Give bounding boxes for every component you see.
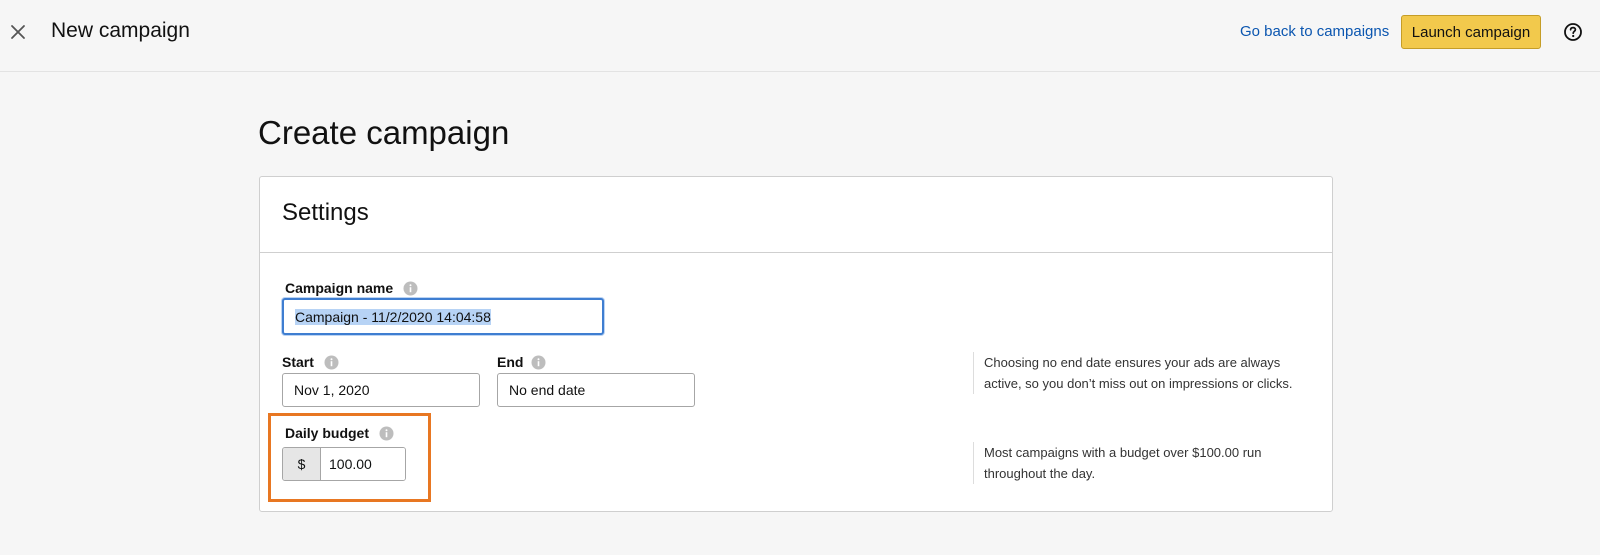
help-icon[interactable] [1563,22,1583,42]
info-icon[interactable] [324,355,339,370]
end-date-value: No end date [509,382,586,398]
start-label: Start [282,354,314,370]
campaign-name-input[interactable]: Campaign - 11/2/2020 14:04:58 [282,298,604,335]
info-icon[interactable] [531,355,546,370]
end-date-input[interactable]: No end date [497,373,695,407]
launch-campaign-button[interactable]: Launch campaign [1401,15,1541,49]
campaign-name-value: Campaign - 11/2/2020 14:04:58 [295,308,491,325]
end-label: End [497,354,524,370]
daily-budget-highlight [268,413,431,502]
page-heading: Create campaign [258,114,510,151]
start-date-value: Nov 1, 2020 [294,382,370,398]
end-date-hint: Choosing no end date ensures your ads ar… [973,352,1313,394]
daily-budget-hint: Most campaigns with a budget over $100.0… [973,442,1313,484]
top-bar: New campaign Go back to campaigns Launch… [0,0,1600,72]
campaign-name-label: Campaign name [285,280,394,296]
go-back-link[interactable]: Go back to campaigns [1240,23,1389,40]
info-icon[interactable] [403,281,418,296]
close-icon[interactable] [8,22,28,42]
app-title: New campaign [51,19,190,42]
settings-card-header: Settings [260,177,1332,253]
settings-title: Settings [282,199,369,226]
start-date-input[interactable]: Nov 1, 2020 [282,373,480,407]
